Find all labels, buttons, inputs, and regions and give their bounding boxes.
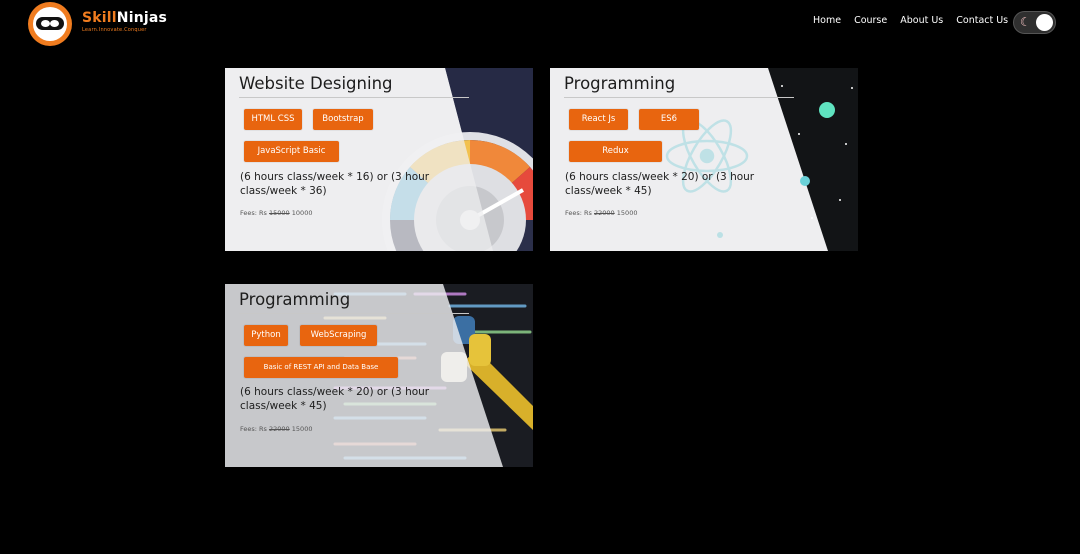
nav-item-contact-us[interactable]: Contact Us — [956, 15, 1008, 26]
course-tag[interactable]: WebScraping — [300, 325, 377, 346]
course-tag[interactable]: ES6 — [639, 109, 699, 130]
course-tag[interactable]: Basic of REST API and Data Base — [244, 357, 398, 378]
course-schedule: (6 hours class/week * 16) or (3 hour cla… — [240, 171, 430, 197]
course-fees: Fees: Rs 15000 10000 — [240, 209, 312, 217]
brand-tagline: Learn.Innovate.Conquer — [82, 27, 147, 33]
course-fees: Fees: Rs 22000 15000 — [565, 209, 637, 217]
course-tag[interactable]: Redux — [569, 141, 662, 162]
main-nav: Home Course About Us Contact Us — [813, 15, 1008, 26]
brand[interactable]: SkillNinjas Learn.Innovate.Conquer — [82, 10, 167, 33]
nav-item-course[interactable]: Course — [854, 15, 887, 26]
fees-label: Fees: Rs — [240, 209, 267, 217]
title-divider — [239, 97, 469, 98]
fees-label: Fees: Rs — [240, 425, 267, 433]
brand-logo[interactable] — [28, 2, 72, 46]
course-tag[interactable]: JavaScript Basic — [244, 141, 339, 162]
fees-new-price: 15000 — [616, 209, 638, 217]
brand-name-ninjas: Ninjas — [116, 10, 168, 26]
brand-name: SkillNinjas — [82, 10, 167, 26]
nav-item-about-us[interactable]: About Us — [900, 15, 943, 26]
course-tag[interactable]: Python — [244, 325, 288, 346]
course-schedule: (6 hours class/week * 20) or (3 hour cla… — [565, 171, 755, 197]
title-divider — [564, 97, 794, 98]
course-title: Programming — [239, 290, 351, 309]
course-tag[interactable]: HTML CSS — [244, 109, 302, 130]
course-schedule: (6 hours class/week * 20) or (3 hour cla… — [240, 386, 430, 412]
brand-name-skill: Skill — [82, 10, 117, 26]
course-card-programming-python[interactable]: Programming Python WebScraping Basic of … — [225, 284, 533, 467]
course-card-programming-react[interactable]: Programming React Js ES6 Redux (6 hours … — [550, 68, 858, 251]
fees-old-price: 22000 — [594, 209, 615, 217]
course-title: Website Designing — [239, 74, 393, 93]
fees-label: Fees: Rs — [565, 209, 592, 217]
title-divider — [239, 313, 469, 314]
toggle-knob — [1036, 14, 1053, 31]
theme-toggle[interactable]: ☾ — [1013, 11, 1056, 34]
course-tag[interactable]: Bootstrap — [313, 109, 373, 130]
ninja-logo-icon — [33, 7, 67, 41]
fees-old-price: 22000 — [269, 425, 290, 433]
fees-new-price: 10000 — [291, 209, 313, 217]
course-title: Programming — [564, 74, 676, 93]
course-card-website-designing[interactable]: Website Designing HTML CSS Bootstrap Jav… — [225, 68, 533, 251]
moon-icon: ☾ — [1020, 15, 1031, 29]
fees-old-price: 15000 — [269, 209, 290, 217]
fees-new-price: 15000 — [291, 425, 313, 433]
course-tag[interactable]: React Js — [569, 109, 628, 130]
nav-item-home[interactable]: Home — [813, 15, 841, 26]
course-fees: Fees: Rs 22000 15000 — [240, 425, 312, 433]
